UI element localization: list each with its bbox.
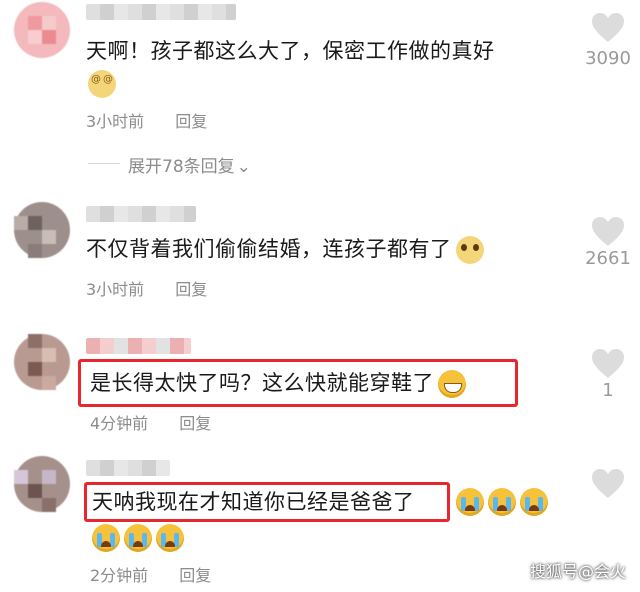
comment-meta: 2分钟前 回复 (90, 562, 211, 586)
crying-emoji (156, 524, 184, 552)
crying-emoji (488, 488, 516, 516)
comment-2: 不仅背着我们偷偷结婚，连孩子都有了 3小时前 回复 2661 (0, 196, 640, 316)
comment-3: 是长得太快了吗？这么快就能穿鞋了 4分钟前 回复 1 (0, 326, 640, 446)
comment-meta: 3小时前 回复 (86, 276, 207, 300)
emoji-row (452, 488, 548, 516)
watermark: 搜狐号@会火 (529, 562, 626, 581)
comment-time: 2分钟前 (90, 566, 149, 585)
expand-replies-link[interactable]: 展开78条回复 ⌄ (128, 152, 251, 177)
crying-emoji (124, 524, 152, 552)
avatar[interactable] (14, 2, 70, 58)
crying-emoji (520, 488, 548, 516)
heart-icon[interactable] (590, 216, 626, 248)
avatar[interactable] (14, 456, 70, 512)
username[interactable] (86, 206, 196, 222)
heart-icon[interactable] (590, 468, 626, 500)
username[interactable] (86, 4, 236, 20)
comment-meta: 4分钟前 回复 (90, 410, 211, 434)
comment-text: 是长得太快了吗？这么快就能穿鞋了 (90, 368, 466, 398)
like-count: 2661 (585, 248, 631, 269)
comment-time: 3小时前 (86, 280, 145, 299)
reply-button[interactable]: 回复 (179, 410, 211, 434)
avatar[interactable] (14, 334, 70, 390)
chevron-down-icon: ⌄ (236, 157, 251, 177)
crying-emoji (456, 488, 484, 516)
comment-time: 3小时前 (86, 112, 145, 131)
like-count: 3090 (585, 48, 631, 69)
heart-icon[interactable] (590, 348, 626, 380)
avatar[interactable] (14, 202, 70, 258)
dizzy-emoji (88, 70, 116, 98)
emoji-row (84, 70, 116, 98)
grinning-emoji (438, 370, 466, 398)
reply-button[interactable]: 回复 (179, 562, 211, 586)
pleading-emoji (455, 236, 484, 264)
comment-1: 天啊！孩子都这么大了，保密工作做的真好 3小时前 回复 3090 (0, 0, 640, 150)
comment-text: 不仅背着我们偷偷结婚，连孩子都有了 (86, 234, 484, 264)
reply-button[interactable]: 回复 (175, 276, 207, 300)
reply-button[interactable]: 回复 (175, 108, 207, 132)
username[interactable] (86, 460, 170, 476)
username[interactable] (86, 338, 191, 354)
comment-time: 4分钟前 (90, 414, 149, 433)
comment-text: 天呐我现在才知道你已经是爸爸了 (92, 490, 415, 514)
comment-text: 天啊！孩子都这么大了，保密工作做的真好 (86, 39, 495, 63)
like-count: 1 (602, 380, 614, 401)
emoji-row (88, 524, 184, 552)
comment-meta: 3小时前 回复 (86, 108, 207, 132)
heart-icon[interactable] (590, 12, 626, 44)
divider (88, 163, 120, 164)
crying-emoji (92, 524, 120, 552)
